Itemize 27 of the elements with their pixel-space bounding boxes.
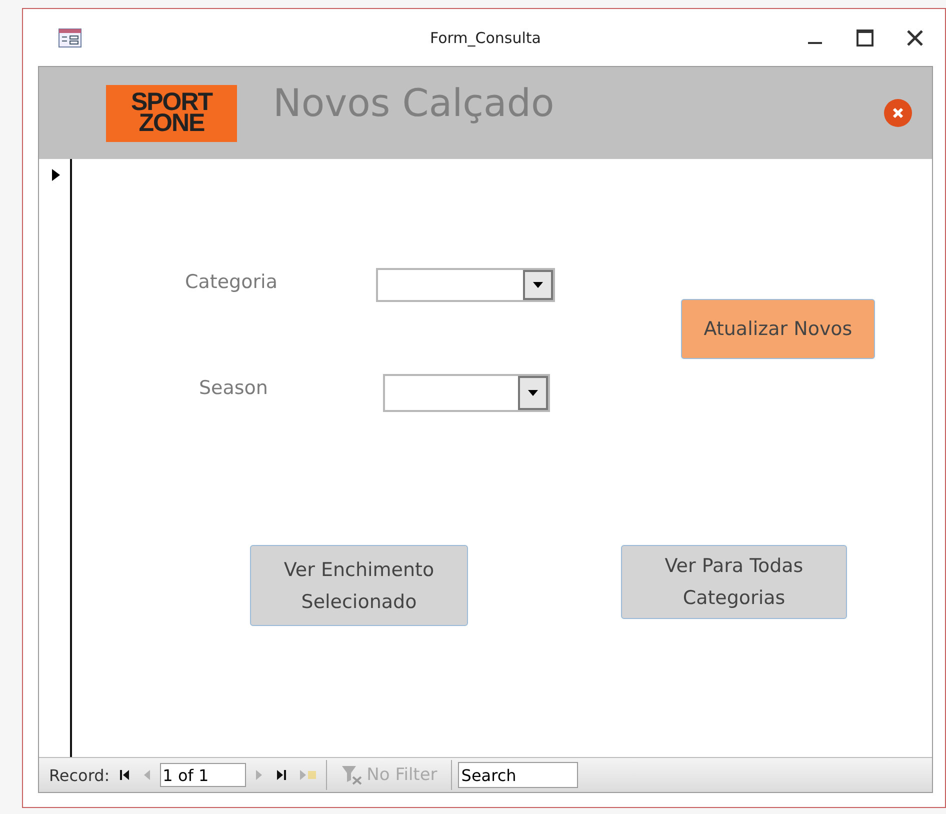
field-label: Categoria	[185, 271, 278, 293]
combo-box[interactable]	[383, 374, 550, 412]
form-button[interactable]: Atualizar Novos	[681, 299, 875, 359]
form-button[interactable]: Ver Para Todas Categorias	[621, 545, 847, 619]
logo: SPORT ZONE	[106, 84, 237, 142]
form-icon	[58, 28, 82, 48]
new-record-icon	[298, 769, 317, 781]
maximize-icon	[856, 28, 874, 46]
field-label: Season	[199, 377, 268, 399]
record-position-field[interactable]: 1 of 1	[160, 763, 246, 787]
next-record-icon	[254, 769, 263, 781]
filter-icon	[340, 765, 363, 785]
form-button[interactable]: Ver Enchimento Selecionado	[250, 545, 468, 626]
form-title: Novos Calçado	[273, 81, 554, 125]
first-record-icon	[118, 769, 131, 781]
close-icon	[906, 28, 924, 46]
combo-box[interactable]	[376, 268, 555, 302]
dropdown-arrow-icon	[528, 390, 538, 396]
close-icon[interactable]	[884, 99, 912, 127]
current-record-icon	[51, 168, 61, 182]
minimize-icon	[808, 42, 822, 44]
dropdown-arrow-icon	[533, 282, 543, 288]
last-record-icon	[274, 769, 287, 781]
record-label: Record:	[49, 766, 110, 784]
window-title: Form_Consulta	[430, 28, 541, 46]
search-field[interactable]: Search	[458, 762, 578, 788]
previous-record-icon	[142, 769, 151, 781]
